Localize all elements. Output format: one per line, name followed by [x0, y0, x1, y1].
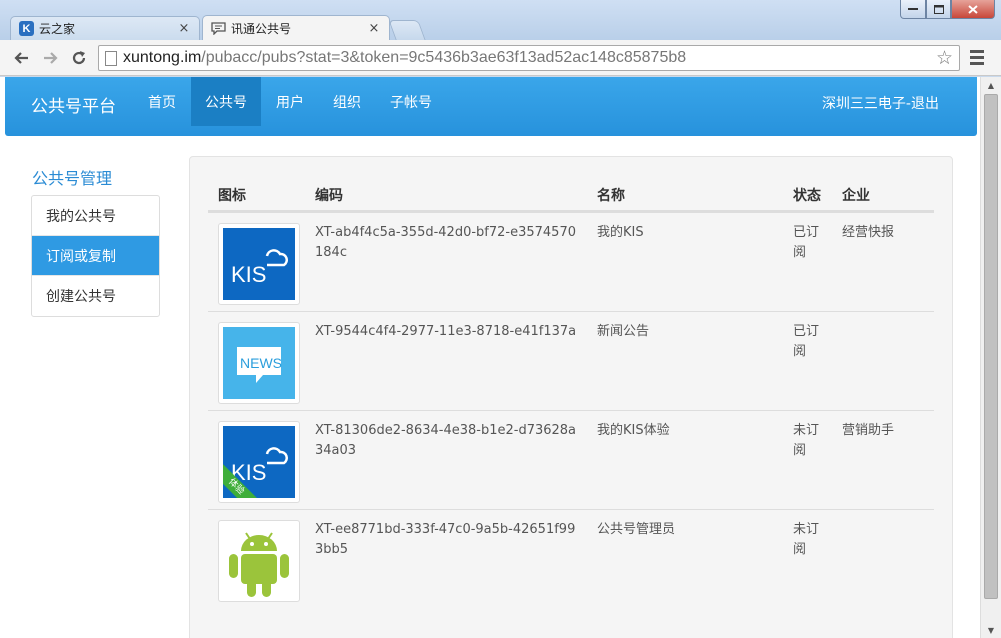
account-name: 我的KIS体验 [597, 423, 670, 438]
hamburger-icon [970, 50, 984, 53]
sidebar-menu: 我的公共号 订阅或复制 创建公共号 [31, 195, 160, 317]
account-code: XT-81306de2-8634-4e38-b1e2-d73628a34a03 [315, 423, 577, 458]
tab-label: 讯通公共号 [231, 22, 292, 36]
close-icon [968, 4, 978, 14]
header-organization: 企业 [842, 188, 870, 204]
account-name: 公共号管理员 [597, 522, 676, 537]
table-row[interactable]: NEWS XT-9544c4f4-2977-11e3-8718-e41f137a… [208, 311, 934, 410]
account-organization: 营销助手 [842, 423, 895, 438]
browser-toolbar: xuntong.im/pubacc/pubs?stat=3&token=9c54… [0, 40, 1001, 76]
account-name: 新闻公告 [597, 324, 650, 339]
nav-users[interactable]: 用户 [262, 77, 318, 126]
address-bar[interactable]: xuntong.im/pubacc/pubs?stat=3&token=9c54… [98, 45, 960, 71]
yunzhijia-favicon-icon: K [19, 21, 34, 36]
account-code: XT-ab4f4c5a-355d-42d0-bf72-e3574570184c [315, 225, 576, 260]
close-window-button[interactable] [951, 0, 995, 19]
table-row[interactable]: KIS 体验 XT-81306de2-8634-4e38-b1e2-d73628… [208, 410, 934, 509]
header-icon: 图标 [218, 188, 246, 204]
page-viewport: 公共号平台 首页 公共号 用户 组织 子帐号 深圳三三电子-退出 公共号管理 我… [0, 77, 980, 638]
scroll-down-arrow-icon[interactable]: ▼ [981, 622, 1001, 638]
tab-close-icon[interactable]: × [177, 21, 191, 36]
nav-sub-accounts[interactable]: 子帐号 [376, 77, 446, 126]
header-name: 名称 [597, 188, 625, 204]
account-status: 已订阅 [793, 324, 820, 359]
kis-text: KIS [231, 262, 266, 287]
nav-organization[interactable]: 组织 [319, 77, 375, 126]
forward-arrow-icon [44, 52, 58, 64]
account-code: XT-9544c4f4-2977-11e3-8718-e41f137a [315, 324, 577, 339]
top-navbar: 公共号平台 首页 公共号 用户 组织 子帐号 深圳三三电子-退出 [5, 77, 977, 136]
sidebar-item-create-account[interactable]: 创建公共号 [32, 276, 159, 316]
kis-trial-icon: KIS 体验 [223, 426, 295, 498]
account-organization: 经营快报 [842, 225, 895, 240]
table-row[interactable]: XT-ee8771bd-333f-47c0-9a5b-42651f993bb5 … [208, 509, 934, 608]
account-thumbnail[interactable] [218, 520, 300, 602]
tab-label: 云之家 [39, 22, 76, 36]
account-thumbnail[interactable]: KIS 体验 [218, 421, 300, 503]
page-icon [105, 50, 117, 66]
sidebar-item-my-accounts[interactable]: 我的公共号 [32, 196, 159, 236]
account-name: 我的KIS [597, 225, 644, 240]
account-thumbnail[interactable]: NEWS [218, 322, 300, 404]
header-code: 编码 [315, 188, 343, 204]
brand-title[interactable]: 公共号平台 [31, 92, 116, 117]
window-titlebar: K 云之家 × 讯通公共号 × [0, 0, 1001, 41]
table-row[interactable]: KIS XT-ab4f4c5a-355d-42d0-bf72-e35745701… [208, 212, 934, 311]
tab-yunzhijia[interactable]: K 云之家 × [10, 16, 200, 40]
bookmark-star-icon[interactable]: ☆ [936, 47, 953, 70]
account-status: 已订阅 [793, 225, 820, 260]
new-tab-button[interactable] [388, 20, 426, 40]
android-icon [223, 525, 295, 597]
user-logout-link[interactable]: 深圳三三电子-退出 [822, 93, 939, 113]
page-scrollbar[interactable]: ▲ ▼ [980, 77, 1001, 638]
chat-bubble-favicon-icon [211, 22, 226, 35]
nav-public-accounts[interactable]: 公共号 [191, 77, 261, 126]
back-arrow-icon [14, 52, 28, 64]
scroll-thumb[interactable] [984, 94, 998, 599]
kis-icon: KIS [223, 228, 295, 300]
maximize-button[interactable] [926, 0, 951, 19]
account-code: XT-ee8771bd-333f-47c0-9a5b-42651f993bb5 [315, 522, 576, 557]
news-text: NEWS [240, 355, 282, 371]
sidebar-item-subscribe-copy[interactable]: 订阅或复制 [32, 236, 159, 276]
chrome-menu-button[interactable] [970, 50, 984, 68]
scroll-up-arrow-icon[interactable]: ▲ [981, 77, 1001, 93]
accounts-table-panel: 图标 编码 名称 状态 企业 KIS XT-ab4f4c5a-355d-42d0… [189, 156, 953, 638]
account-status: 未订阅 [793, 522, 820, 557]
account-status: 未订阅 [793, 423, 820, 458]
sidebar-title: 公共号管理 [32, 169, 113, 188]
reload-button[interactable] [68, 47, 90, 69]
forward-button[interactable] [40, 47, 62, 69]
url-path: /pubacc/pubs?stat=3&token=9c5436b3ae63f1… [201, 49, 687, 66]
maximize-icon [933, 4, 944, 14]
nav-home[interactable]: 首页 [134, 77, 190, 126]
window-controls [900, 0, 995, 19]
table-header: 图标 编码 名称 状态 企业 [208, 175, 934, 212]
tab-xuntong[interactable]: 讯通公共号 × [202, 15, 390, 41]
account-thumbnail[interactable]: KIS [218, 223, 300, 305]
reload-icon [72, 51, 86, 65]
tab-close-icon[interactable]: × [367, 21, 381, 36]
header-status: 状态 [793, 188, 821, 204]
url-host: xuntong.im [123, 49, 202, 66]
minimize-icon [908, 8, 918, 10]
news-icon: NEWS [223, 327, 295, 399]
back-button[interactable] [10, 47, 32, 69]
minimize-button[interactable] [900, 0, 926, 19]
